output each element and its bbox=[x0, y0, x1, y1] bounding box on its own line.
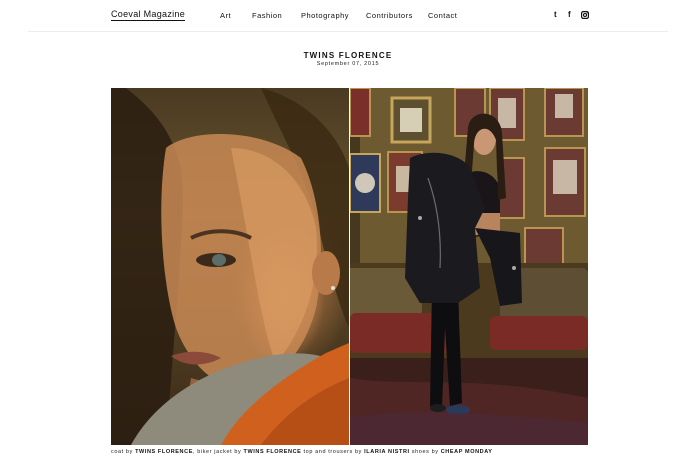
social-links: t f bbox=[550, 10, 590, 22]
nav-item-photography[interactable]: Photography bbox=[301, 11, 349, 20]
facebook-icon[interactable]: f bbox=[568, 10, 571, 20]
caption-brand-4: CHEAP MONDAY bbox=[440, 449, 493, 455]
caption-brand-2: TWINS FLORENCE bbox=[243, 449, 302, 455]
caption-text-1: coat by bbox=[111, 449, 136, 455]
nav-item-art[interactable]: Art bbox=[220, 11, 231, 20]
caption-text-3: top and trousers by bbox=[301, 449, 365, 455]
header-divider bbox=[28, 31, 668, 32]
tumblr-icon[interactable]: t bbox=[554, 10, 557, 20]
photo-caption: coat by TWINS FLORENCE, biker jacket by … bbox=[111, 449, 591, 455]
fashion-photo-right bbox=[350, 88, 588, 445]
caption-text-2: , biker jacket by bbox=[192, 449, 244, 455]
main-nav: Art Fashion Photography Contributors Con… bbox=[0, 11, 696, 23]
nav-item-fashion[interactable]: Fashion bbox=[252, 11, 282, 20]
caption-text-4: shoes by bbox=[409, 449, 441, 455]
post-title: TWINS FLORENCE bbox=[303, 51, 393, 60]
caption-brand-1: TWINS FLORENCE bbox=[135, 449, 193, 455]
nav-item-contributors[interactable]: Contributors bbox=[366, 11, 413, 20]
site-header: Coeval Magazine Art Fashion Photography … bbox=[0, 0, 696, 31]
post-date: September 07, 2015 bbox=[316, 61, 380, 67]
portrait-photo-left bbox=[111, 88, 349, 445]
nav-item-contact[interactable]: Contact bbox=[428, 11, 457, 20]
instagram-icon[interactable] bbox=[581, 11, 590, 22]
caption-brand-3: ILARIA NISTRI bbox=[364, 449, 410, 455]
